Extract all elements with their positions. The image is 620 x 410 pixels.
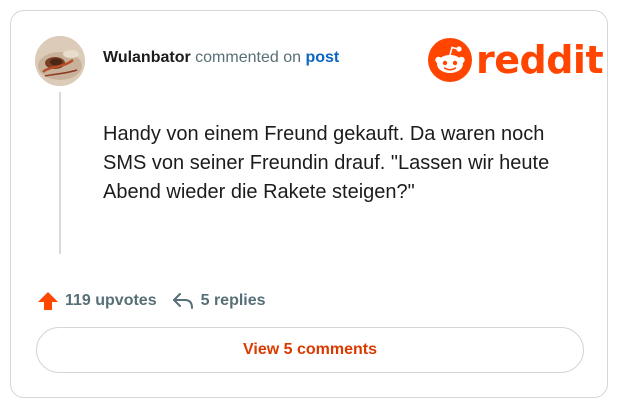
replies[interactable]: 5 replies [171,290,266,312]
comment-body: Handy von einem Freund gekauft. Da waren… [103,123,550,203]
comment-meta: Wulanbator commented on post [103,49,339,67]
reddit-wordmark: reddit [476,38,604,82]
avatar-image [35,36,85,86]
upvotes[interactable]: 119 upvotes [37,290,157,312]
reddit-snoo-icon [428,38,472,82]
reddit-logo[interactable]: reddit [428,38,604,82]
upvote-arrow-icon [38,292,58,310]
comment-action-text: commented on [195,49,301,66]
post-link[interactable]: post [305,49,339,66]
comment-stats: 119 upvotes 5 replies [37,290,266,312]
replies-label: 5 replies [200,292,266,309]
thread-line [59,92,61,254]
avatar[interactable] [35,36,85,86]
upvotes-label: 119 upvotes [65,292,157,309]
view-comments-button[interactable]: View 5 comments [36,327,584,373]
comment-author[interactable]: Wulanbator [103,49,191,66]
reply-arrow-icon [172,293,193,309]
